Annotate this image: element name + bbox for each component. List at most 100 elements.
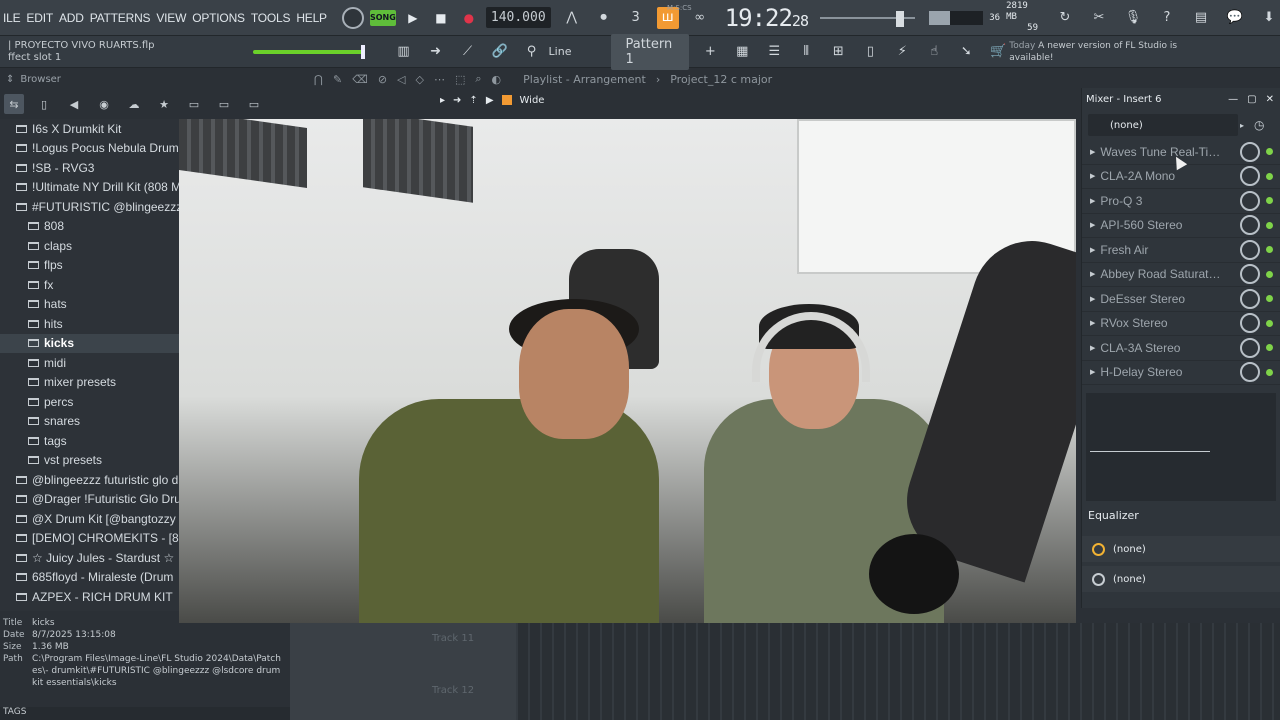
comment-icon[interactable]: 💬 (1224, 7, 1246, 29)
select-icon[interactable]: ⬚ (455, 73, 465, 86)
project-icon[interactable]: ▯ (859, 41, 881, 63)
browser-item[interactable]: vst presets (0, 451, 180, 471)
effect-slot[interactable]: ▶ H-Delay Stereo (1082, 361, 1280, 385)
slot-mix-knob[interactable] (1240, 215, 1261, 236)
arrow-tool-icon[interactable]: ➜ (453, 95, 461, 106)
plugin-icon[interactable]: ⚡ (891, 41, 913, 63)
slip-icon[interactable]: ◇ (416, 73, 424, 86)
slot-expand-icon[interactable]: ▶ (1090, 368, 1095, 376)
browser-item[interactable]: tags (0, 431, 180, 451)
slot-mix-knob[interactable] (1240, 313, 1261, 334)
stop-icon[interactable]: ■ (430, 7, 452, 29)
playlist-icon[interactable]: ▦ (731, 41, 753, 63)
menu-view[interactable]: VIEW (153, 11, 189, 25)
delete-icon[interactable]: ⊘ (378, 73, 387, 86)
cart-icon[interactable]: 🛒 (987, 41, 1009, 63)
menu-add[interactable]: ADD (56, 11, 87, 25)
pitch-slider[interactable] (253, 44, 365, 59)
arrow-right-icon[interactable]: ➜ (425, 41, 447, 63)
effect-slot[interactable]: ▶ CLA-3A Stereo (1082, 336, 1280, 361)
browser-item[interactable]: percs (0, 392, 180, 412)
slot-mix-knob[interactable] (1240, 190, 1261, 211)
mixer-input-arrow-icon[interactable]: ▸ (1240, 121, 1244, 130)
slot-enable-led[interactable] (1266, 197, 1274, 205)
effect-slot[interactable]: ▶ RVox Stereo (1082, 312, 1280, 336)
tools-icon[interactable]: ✂ (1088, 7, 1110, 29)
slot-mix-knob[interactable] (1240, 141, 1261, 162)
slot-mix-knob[interactable] (1240, 288, 1261, 309)
browser-icon[interactable]: ⊞ (827, 41, 849, 63)
browser-item[interactable]: !Logus Pocus Nebula Drum Kit (0, 139, 180, 159)
slot-enable-led[interactable] (1266, 368, 1274, 376)
folder-icon[interactable]: ▭ (214, 94, 234, 114)
slot-expand-icon[interactable]: ▶ (1090, 197, 1095, 205)
slot-expand-icon[interactable]: ▶ (1090, 172, 1095, 180)
eq-display[interactable] (1086, 393, 1276, 501)
browser-item[interactable]: @blingeezzz futuristic glo dr (0, 470, 180, 490)
mixer-icon[interactable]: ⫴ (795, 41, 817, 63)
browser-item[interactable]: flps (0, 256, 180, 276)
mixer-input-select[interactable]: (none) (1088, 114, 1238, 136)
folder-refresh-icon[interactable]: ▭ (184, 94, 204, 114)
news-panel[interactable]: Today A newer version of FL Studio is av… (1009, 40, 1190, 64)
menu-edit[interactable]: EDIT (23, 11, 56, 25)
effect-slot[interactable]: ▶ Abbey Road Saturator... (1082, 263, 1280, 287)
menu-patterns[interactable]: PATTERNS (87, 11, 154, 25)
slot-enable-led[interactable] (1266, 148, 1274, 156)
stamp-icon[interactable]: ⚲ (521, 41, 543, 63)
mute-icon[interactable]: ◁ (397, 73, 405, 86)
slot-mix-knob[interactable] (1240, 239, 1261, 260)
play-icon[interactable]: ▶ (402, 7, 424, 29)
microphone-icon[interactable]: 🎙 (1122, 7, 1144, 29)
browser-item[interactable]: [DEMO] CHROMEKITS - [800.Y (0, 529, 180, 549)
browser-item[interactable]: midi (0, 353, 180, 373)
minimize-icon[interactable]: — (1228, 94, 1238, 105)
channel-rack-icon[interactable]: ☰ (763, 41, 785, 63)
slot-mix-knob[interactable] (1240, 362, 1261, 383)
menu-file[interactable]: ILE (0, 11, 23, 25)
refresh-icon[interactable]: ↻ (1054, 7, 1076, 29)
countdown-icon[interactable]: 3 (625, 7, 647, 29)
clock-icon[interactable]: ◷ (1254, 118, 1264, 132)
slot-expand-icon[interactable]: ▶ (1090, 319, 1095, 327)
marker-icon[interactable]: ▶ (486, 95, 494, 106)
menu-help[interactable]: HELP (293, 11, 330, 25)
folder-plus-icon[interactable]: ▭ (244, 94, 264, 114)
link-icon[interactable]: 🔗 (489, 41, 511, 63)
effect-slot[interactable]: ▶ Fresh Air (1082, 238, 1280, 263)
browser-item[interactable]: @Drager !Futuristic Glo Drun (0, 490, 180, 510)
slot-expand-icon[interactable]: ▶ (1090, 344, 1095, 352)
menu-tools[interactable]: TOOLS (248, 11, 293, 25)
star-icon[interactable]: ★ (154, 94, 174, 114)
touch-icon[interactable]: ☝ (923, 41, 945, 63)
slot-expand-icon[interactable]: ▶ (1090, 148, 1095, 156)
slot-enable-led[interactable] (1266, 172, 1274, 180)
slot-enable-led[interactable] (1266, 221, 1274, 229)
effect-slot[interactable]: ▶ API-560 Stereo (1082, 214, 1280, 238)
metronome-icon[interactable]: ⋀ (561, 7, 583, 29)
close-icon[interactable]: ✕ (1266, 94, 1274, 105)
pencil-icon[interactable]: ✎ (333, 73, 342, 86)
browser-item[interactable]: #FUTURISTIC @blingeezzz..sdcore (0, 197, 180, 217)
master-volume-slider[interactable] (819, 10, 916, 27)
pattern-selector[interactable]: Pattern 1 (611, 33, 690, 70)
slot-expand-icon[interactable]: ▶ (1090, 295, 1095, 303)
slot-expand-icon[interactable]: ▶ (1090, 221, 1095, 229)
song-mode-button[interactable]: SONG (369, 9, 396, 26)
tags-bar[interactable]: TAGS (0, 707, 290, 720)
browser-item[interactable]: snares (0, 412, 180, 432)
wide-square-icon[interactable] (501, 95, 512, 105)
help-icon[interactable]: ? (1156, 7, 1178, 29)
lift-icon[interactable]: ⇡ (469, 95, 477, 106)
browser-item[interactable]: fx (0, 275, 180, 295)
track-11-label[interactable]: Track 11 (432, 633, 474, 644)
browser-item[interactable]: @X Drum Kit [@bangtozzy & C (0, 509, 180, 529)
browser-item[interactable]: hits (0, 314, 180, 334)
slot-enable-led[interactable] (1266, 319, 1274, 327)
slot-mix-knob[interactable] (1240, 264, 1261, 285)
browser-item[interactable]: hats (0, 295, 180, 315)
globe-icon[interactable]: ◉ (94, 94, 114, 114)
browser-item[interactable]: AZPEX - RICH DRUM KIT (0, 587, 180, 607)
browser-item[interactable]: I6s X Drumkit Kit (0, 119, 180, 139)
slot-enable-led[interactable] (1266, 270, 1274, 278)
